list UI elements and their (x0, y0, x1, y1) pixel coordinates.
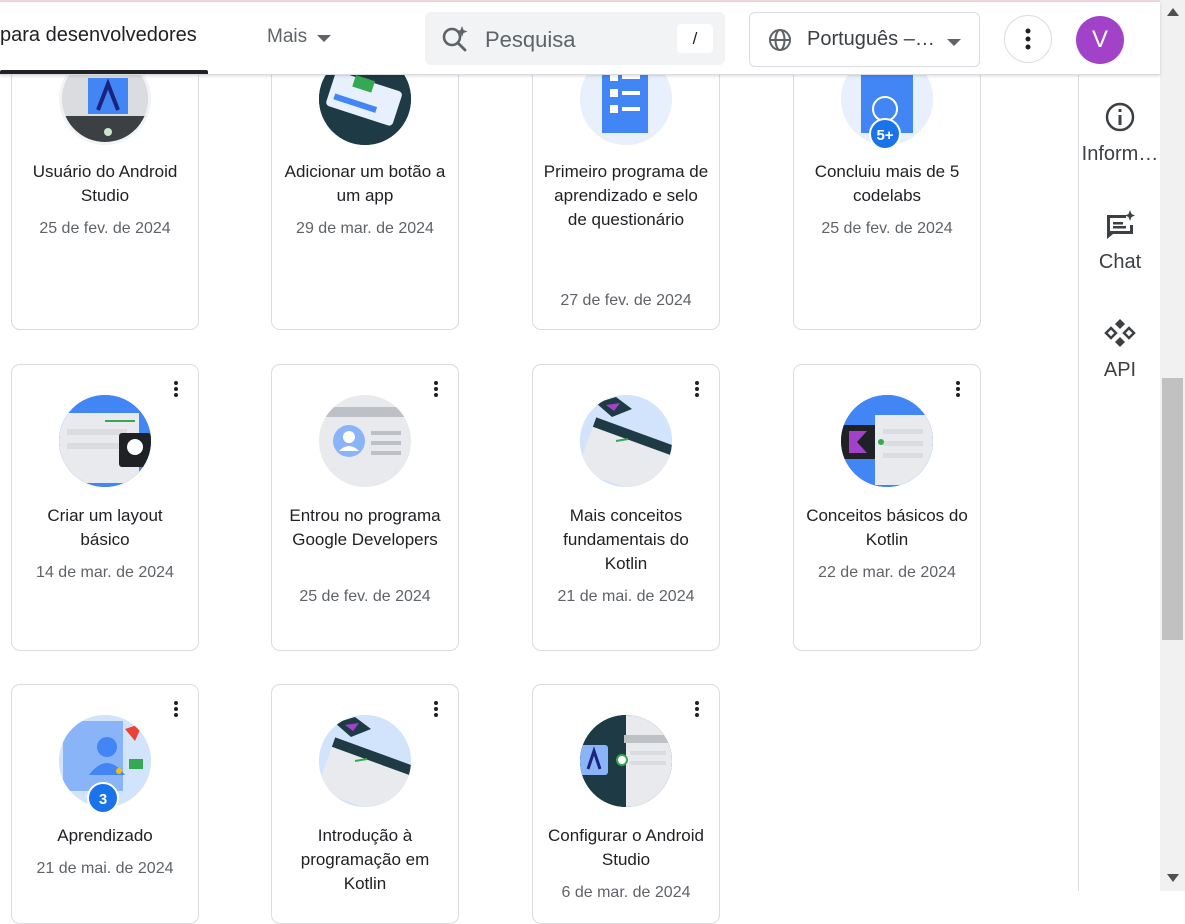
badge-date: 21 de mai. de 2024 (36, 860, 174, 877)
search-shortcut-key: / (677, 24, 713, 53)
badge-title: Conceitos básicos do Kotlin (806, 506, 968, 549)
badge-date: 27 de fev. de 2024 (560, 292, 692, 309)
badge-card[interactable]: Introdução à programação em Kotlin (271, 684, 459, 924)
right-side-rail: Inform… Chat API (1078, 75, 1160, 891)
badge-title: Entrou no programa Google Developers (289, 506, 441, 549)
badge-date: 6 de mar. de 2024 (561, 884, 691, 901)
layout-badge-image (59, 395, 151, 487)
top-header: para desenvolvedores Mais Pesquisa / Por… (0, 2, 1160, 75)
card-more-icon[interactable] (168, 379, 184, 399)
rail-item-label: Inform… (1081, 143, 1159, 165)
search-input[interactable]: Pesquisa / (425, 12, 725, 65)
badge-card[interactable]: 3 Aprendizado 21 de mai. de 2024 (11, 684, 199, 924)
card-more-icon[interactable] (950, 379, 966, 399)
avatar[interactable]: V (1076, 16, 1124, 64)
badge-date: 21 de mai. de 2024 (557, 588, 695, 605)
count-badge: 5+ (869, 118, 901, 150)
badge-card[interactable]: Entrou no programa Google Developers 25 … (271, 364, 459, 651)
badge-card[interactable]: 5+ Concluiu mais de 5 codelabs 25 de fev… (793, 40, 981, 330)
kotlin-intro-badge-image (319, 715, 411, 807)
kotlin-basics-badge-image (841, 395, 933, 487)
card-more-icon[interactable] (689, 379, 705, 399)
language-selector[interactable]: Português –… (749, 12, 980, 67)
badge-date: 22 de mar. de 2024 (818, 564, 956, 581)
badge-date: 25 de fev. de 2024 (299, 588, 431, 605)
api-icon (1104, 319, 1136, 347)
badge-title: Adicionar um botão a um app (284, 162, 446, 205)
badge-card[interactable]: Conceitos básicos do Kotlin 22 de mar. d… (793, 364, 981, 651)
scrollbar-thumb[interactable] (1162, 378, 1183, 640)
page-scrollbar[interactable] (1160, 0, 1185, 891)
badge-card[interactable]: Configurar o Android Studio 6 de mar. de… (532, 684, 720, 924)
card-more-icon[interactable] (689, 699, 705, 719)
chevron-down-icon (947, 39, 961, 46)
badge-card[interactable]: Adicionar um botão a um app 29 de mar. d… (271, 40, 459, 330)
badge-card[interactable]: Mais conceitos fundamentais do Kotlin 21… (532, 364, 720, 651)
badge-date: 25 de fev. de 2024 (39, 220, 171, 237)
card-more-icon[interactable] (168, 699, 184, 719)
active-tab-indicator (0, 70, 208, 74)
badge-date: 25 de fev. de 2024 (821, 220, 953, 237)
rail-item-chat[interactable]: Chat (1079, 209, 1161, 274)
badge-date: 14 de mar. de 2024 (36, 564, 174, 581)
info-icon (1105, 102, 1135, 132)
badge-title: Usuário do Android Studio (32, 162, 178, 205)
card-more-icon[interactable] (428, 379, 444, 399)
chevron-down-icon (317, 34, 332, 42)
more-menu-button[interactable]: Mais (267, 26, 332, 48)
more-options-button[interactable] (1004, 15, 1052, 63)
badge-title: Mais conceitos fundamentais do Kotlin (563, 506, 689, 573)
badge-title: Introdução à programação em Kotlin (300, 826, 430, 893)
rail-item-info[interactable]: Inform… (1079, 101, 1161, 166)
rail-item-label: Chat (1098, 251, 1142, 273)
badge-title: Primeiro programa de aprendizado e selo … (543, 162, 709, 229)
chat-spark-icon (1107, 210, 1135, 239)
badge-card[interactable]: Primeiro programa de aprendizado e selo … (532, 40, 720, 330)
count-badge: 3 (87, 782, 119, 814)
search-spark-icon (442, 26, 468, 52)
badge-card[interactable]: Usuário do Android Studio 25 de fev. de … (11, 40, 199, 330)
globe-icon (769, 29, 791, 51)
nav-tab-developers[interactable]: para desenvolvedores (0, 24, 197, 47)
language-label: Português –… (807, 28, 935, 50)
card-more-icon[interactable] (428, 699, 444, 719)
rail-item-label: API (1103, 359, 1137, 381)
badge-title: Aprendizado (57, 826, 153, 845)
developer-program-badge-image (319, 395, 411, 487)
search-placeholder: Pesquisa (485, 27, 576, 52)
rail-item-api[interactable]: API (1079, 317, 1161, 382)
more-vert-icon (1025, 28, 1031, 50)
setup-android-studio-badge-image (580, 715, 672, 807)
badge-title: Configurar o Android Studio (548, 826, 704, 869)
scroll-up-arrow-icon[interactable] (1167, 8, 1179, 16)
badge-title: Criar um layout básico (47, 506, 163, 549)
badge-card[interactable]: Criar um layout básico 14 de mar. de 202… (11, 364, 199, 651)
more-label: Mais (267, 26, 308, 47)
kotlin-more-badge-image (580, 395, 672, 487)
scroll-down-arrow-icon[interactable] (1167, 874, 1179, 882)
badge-title: Concluiu mais de 5 codelabs (814, 162, 960, 205)
badge-date: 29 de mar. de 2024 (296, 220, 434, 237)
